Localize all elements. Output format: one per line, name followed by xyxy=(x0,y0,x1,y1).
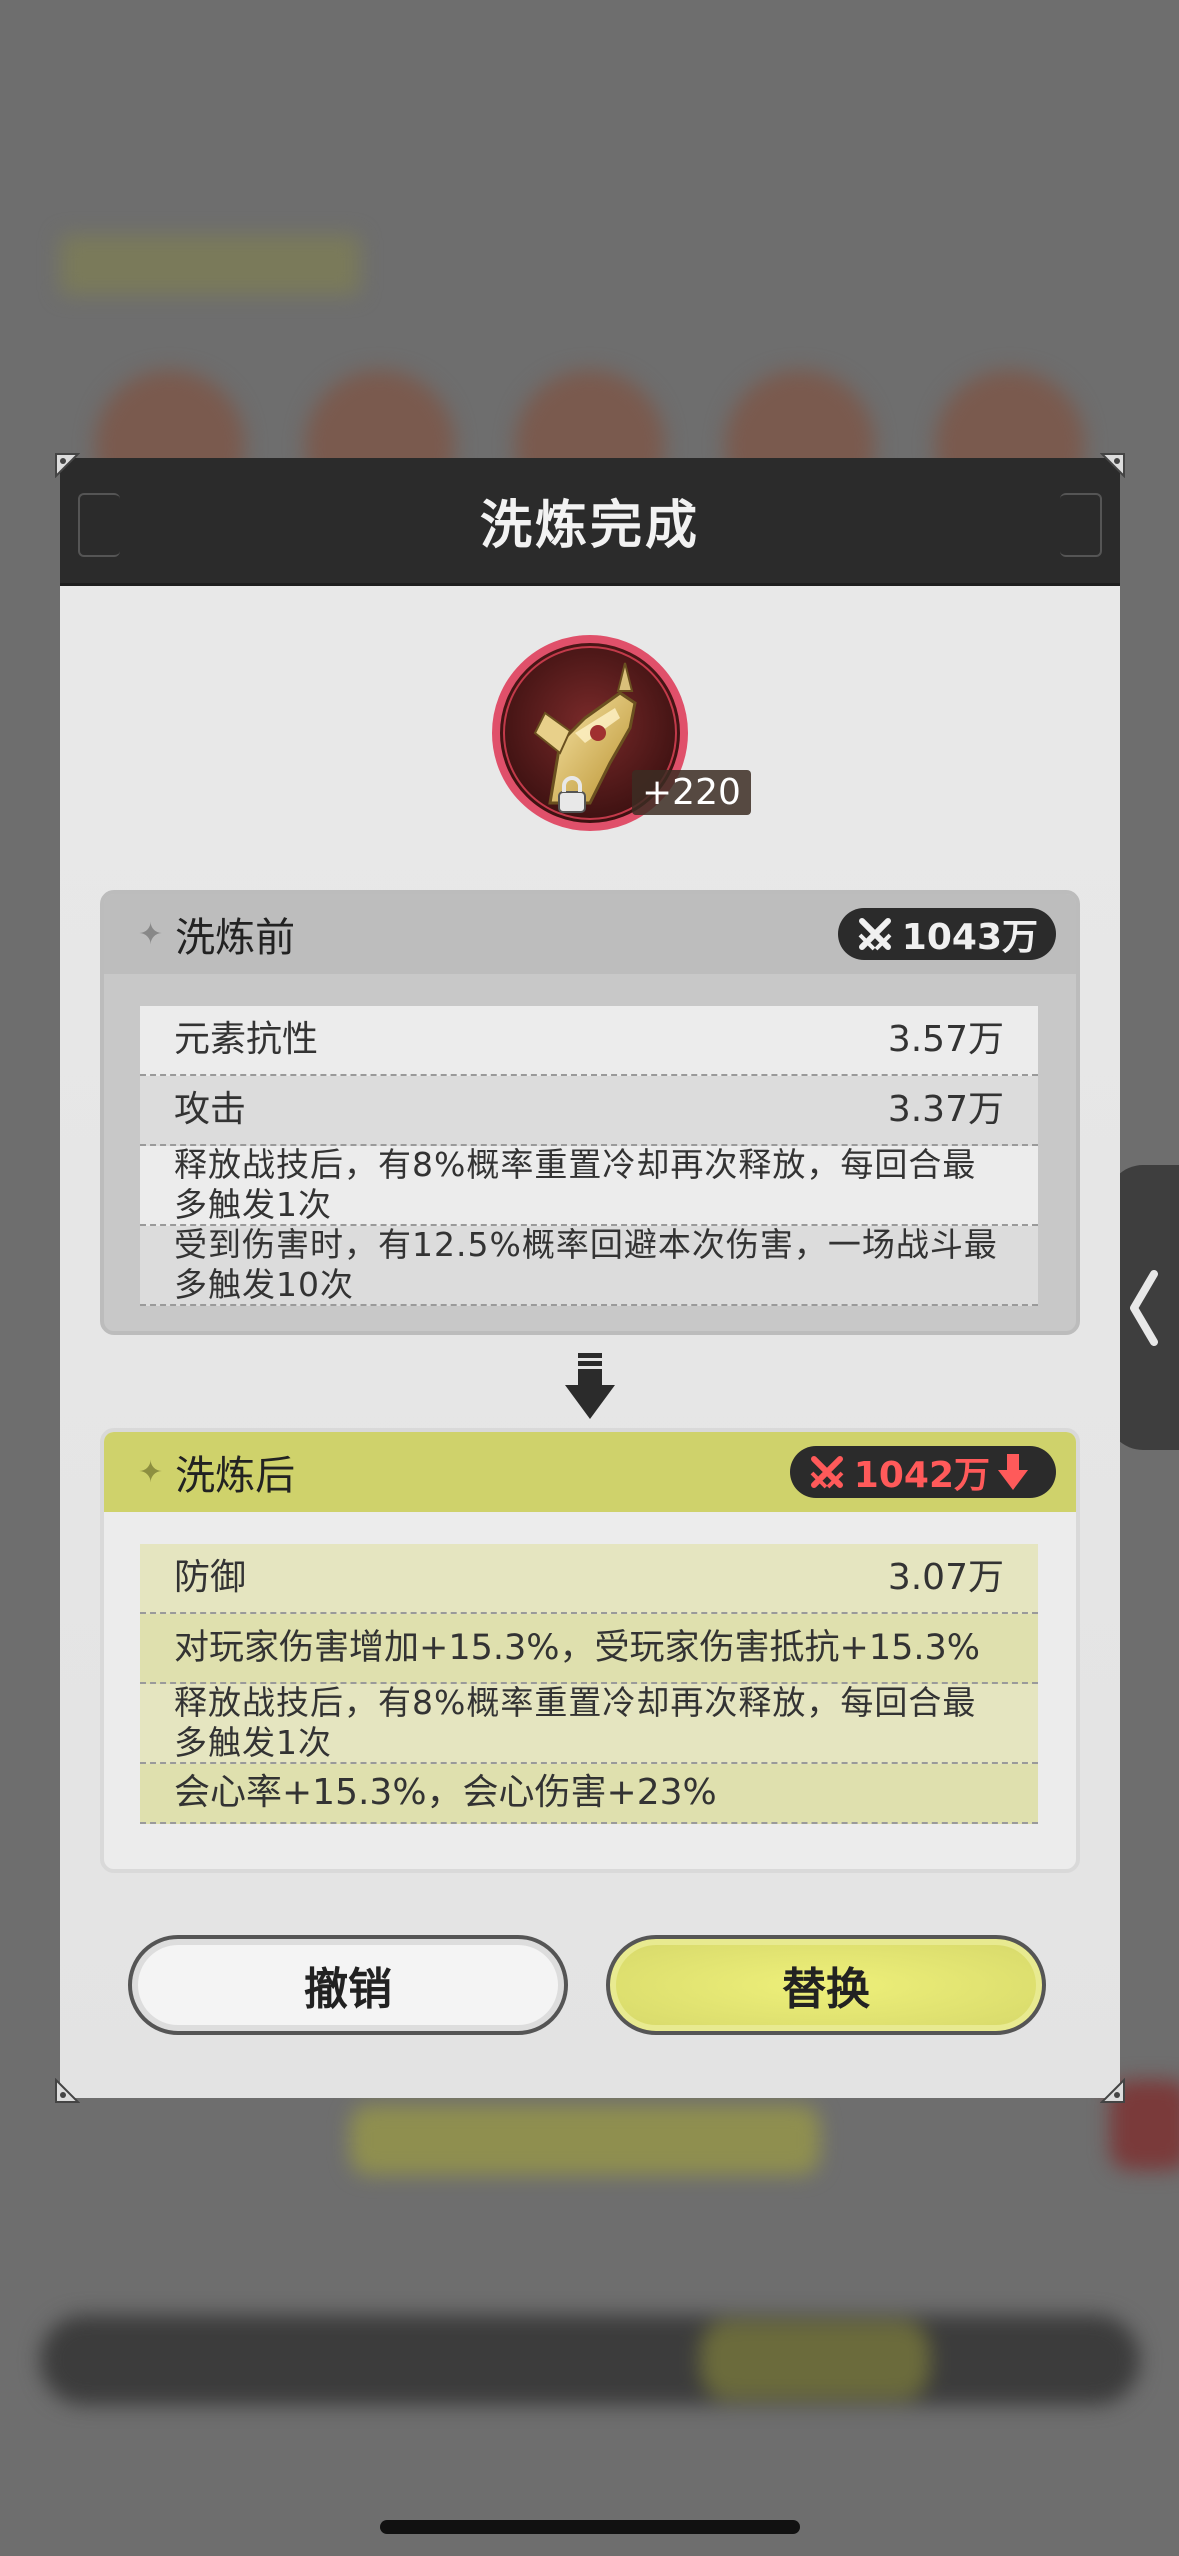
stat-row: 攻击 3.37万 xyxy=(140,1076,1038,1146)
before-stat-list: 元素抗性 3.57万 攻击 3.37万 释放战技后，有8%概率重置冷却再次释放，… xyxy=(140,1006,1038,1306)
stat-row: 会心率+15.3%，会心伤害+23% xyxy=(140,1764,1038,1824)
lock-icon xyxy=(558,776,586,813)
after-refine-title: 洗炼后 xyxy=(175,1453,296,1499)
stat-name: 对玩家伤害增加+15.3%，受玩家伤害抵抗+15.3% xyxy=(174,1628,981,1668)
stat-name: 攻击 xyxy=(174,1089,247,1130)
stat-row: 对玩家伤害增加+15.3%，受玩家伤害抵抗+15.3% xyxy=(140,1614,1038,1684)
after-power-value: 1042万 xyxy=(853,1455,990,1496)
crossed-swords-icon xyxy=(858,918,892,951)
after-power-badge: 1042万 xyxy=(789,1446,1056,1498)
stat-row: 释放战技后，有8%概率重置冷却再次释放，每回合最多触发1次 xyxy=(140,1683,1038,1764)
background-bottom-highlight xyxy=(700,2320,930,2400)
stat-name: 元素抗性 xyxy=(174,1019,319,1060)
home-indicator[interactable] xyxy=(380,2520,800,2534)
before-refine-header: ✦ 洗炼前 1043万 xyxy=(104,894,1076,974)
after-stat-list: 防御 3.07万 对玩家伤害增加+15.3%，受玩家伤害抵抗+15.3% 释放战… xyxy=(140,1544,1038,1824)
stat-value: 3.37万 xyxy=(887,1089,1004,1130)
stat-name: 会心率+15.3%，会心伤害+23% xyxy=(174,1772,717,1813)
before-refine-panel: ✦ 洗炼前 1043万 元素抗性 3.57万 攻击 3.37万 释放战技后，有8… xyxy=(100,890,1080,1335)
after-refine-header: ✦ 洗炼后 1042万 xyxy=(104,1432,1076,1512)
stat-row: 释放战技后，有8%概率重置冷却再次释放，每回合最多触发1次 xyxy=(140,1145,1038,1226)
dialog-title: 洗炼完成 xyxy=(479,496,700,556)
background-title-blur xyxy=(60,235,360,295)
corner-ornament-icon xyxy=(55,453,80,478)
before-power-value: 1043万 xyxy=(901,917,1038,958)
corner-ornament-icon xyxy=(55,2078,80,2103)
crossed-swords-icon xyxy=(810,1456,844,1489)
corner-ornament-icon xyxy=(1100,453,1125,478)
sparkle-icon: ✦ xyxy=(138,916,164,952)
stat-value: 3.57万 xyxy=(887,1019,1004,1060)
before-power-badge: 1043万 xyxy=(837,908,1056,960)
equipment-level-badge: +220 xyxy=(632,770,751,815)
replace-button[interactable]: 替换 xyxy=(606,1935,1046,2035)
before-refine-title: 洗炼前 xyxy=(175,915,296,961)
corner-ornament-icon xyxy=(1100,2078,1125,2103)
background-button-blur xyxy=(350,2105,820,2175)
dialog-header: 洗炼完成 xyxy=(60,458,1120,586)
sparkle-icon: ✦ xyxy=(138,1454,164,1490)
stat-name: 释放战技后，有8%概率重置冷却再次释放，每回合最多触发1次 xyxy=(174,1683,977,1762)
stat-value: 3.07万 xyxy=(887,1557,1004,1598)
refine-result-dialog: 洗炼完成 +220 ✦ 洗炼前 1043万 元素抗性 3.57万 攻击 3.37… xyxy=(55,453,1125,2103)
chevron-left-icon xyxy=(1130,1269,1158,1346)
decrease-arrow-icon xyxy=(998,1454,1028,1490)
stat-row: 防御 3.07万 xyxy=(140,1544,1038,1614)
stat-row: 元素抗性 3.57万 xyxy=(140,1006,1038,1076)
background-bottom-bar xyxy=(40,2315,1140,2405)
cancel-button[interactable]: 撤销 xyxy=(128,1935,568,2035)
stat-name: 受到伤害时，有12.5%概率回避本次伤害，一场战斗最多触发10次 xyxy=(174,1225,998,1304)
after-refine-panel: ✦ 洗炼后 1042万 防御 3.07万 对玩家伤害增加+15.3%，受玩家伤害… xyxy=(100,1428,1080,1873)
arrow-down-icon xyxy=(565,1353,615,1419)
stat-row: 受到伤害时，有12.5%概率回避本次伤害，一场战斗最多触发10次 xyxy=(140,1225,1038,1306)
stat-name: 防御 xyxy=(174,1557,247,1598)
stat-name: 释放战技后，有8%概率重置冷却再次释放，每回合最多触发1次 xyxy=(174,1145,977,1224)
